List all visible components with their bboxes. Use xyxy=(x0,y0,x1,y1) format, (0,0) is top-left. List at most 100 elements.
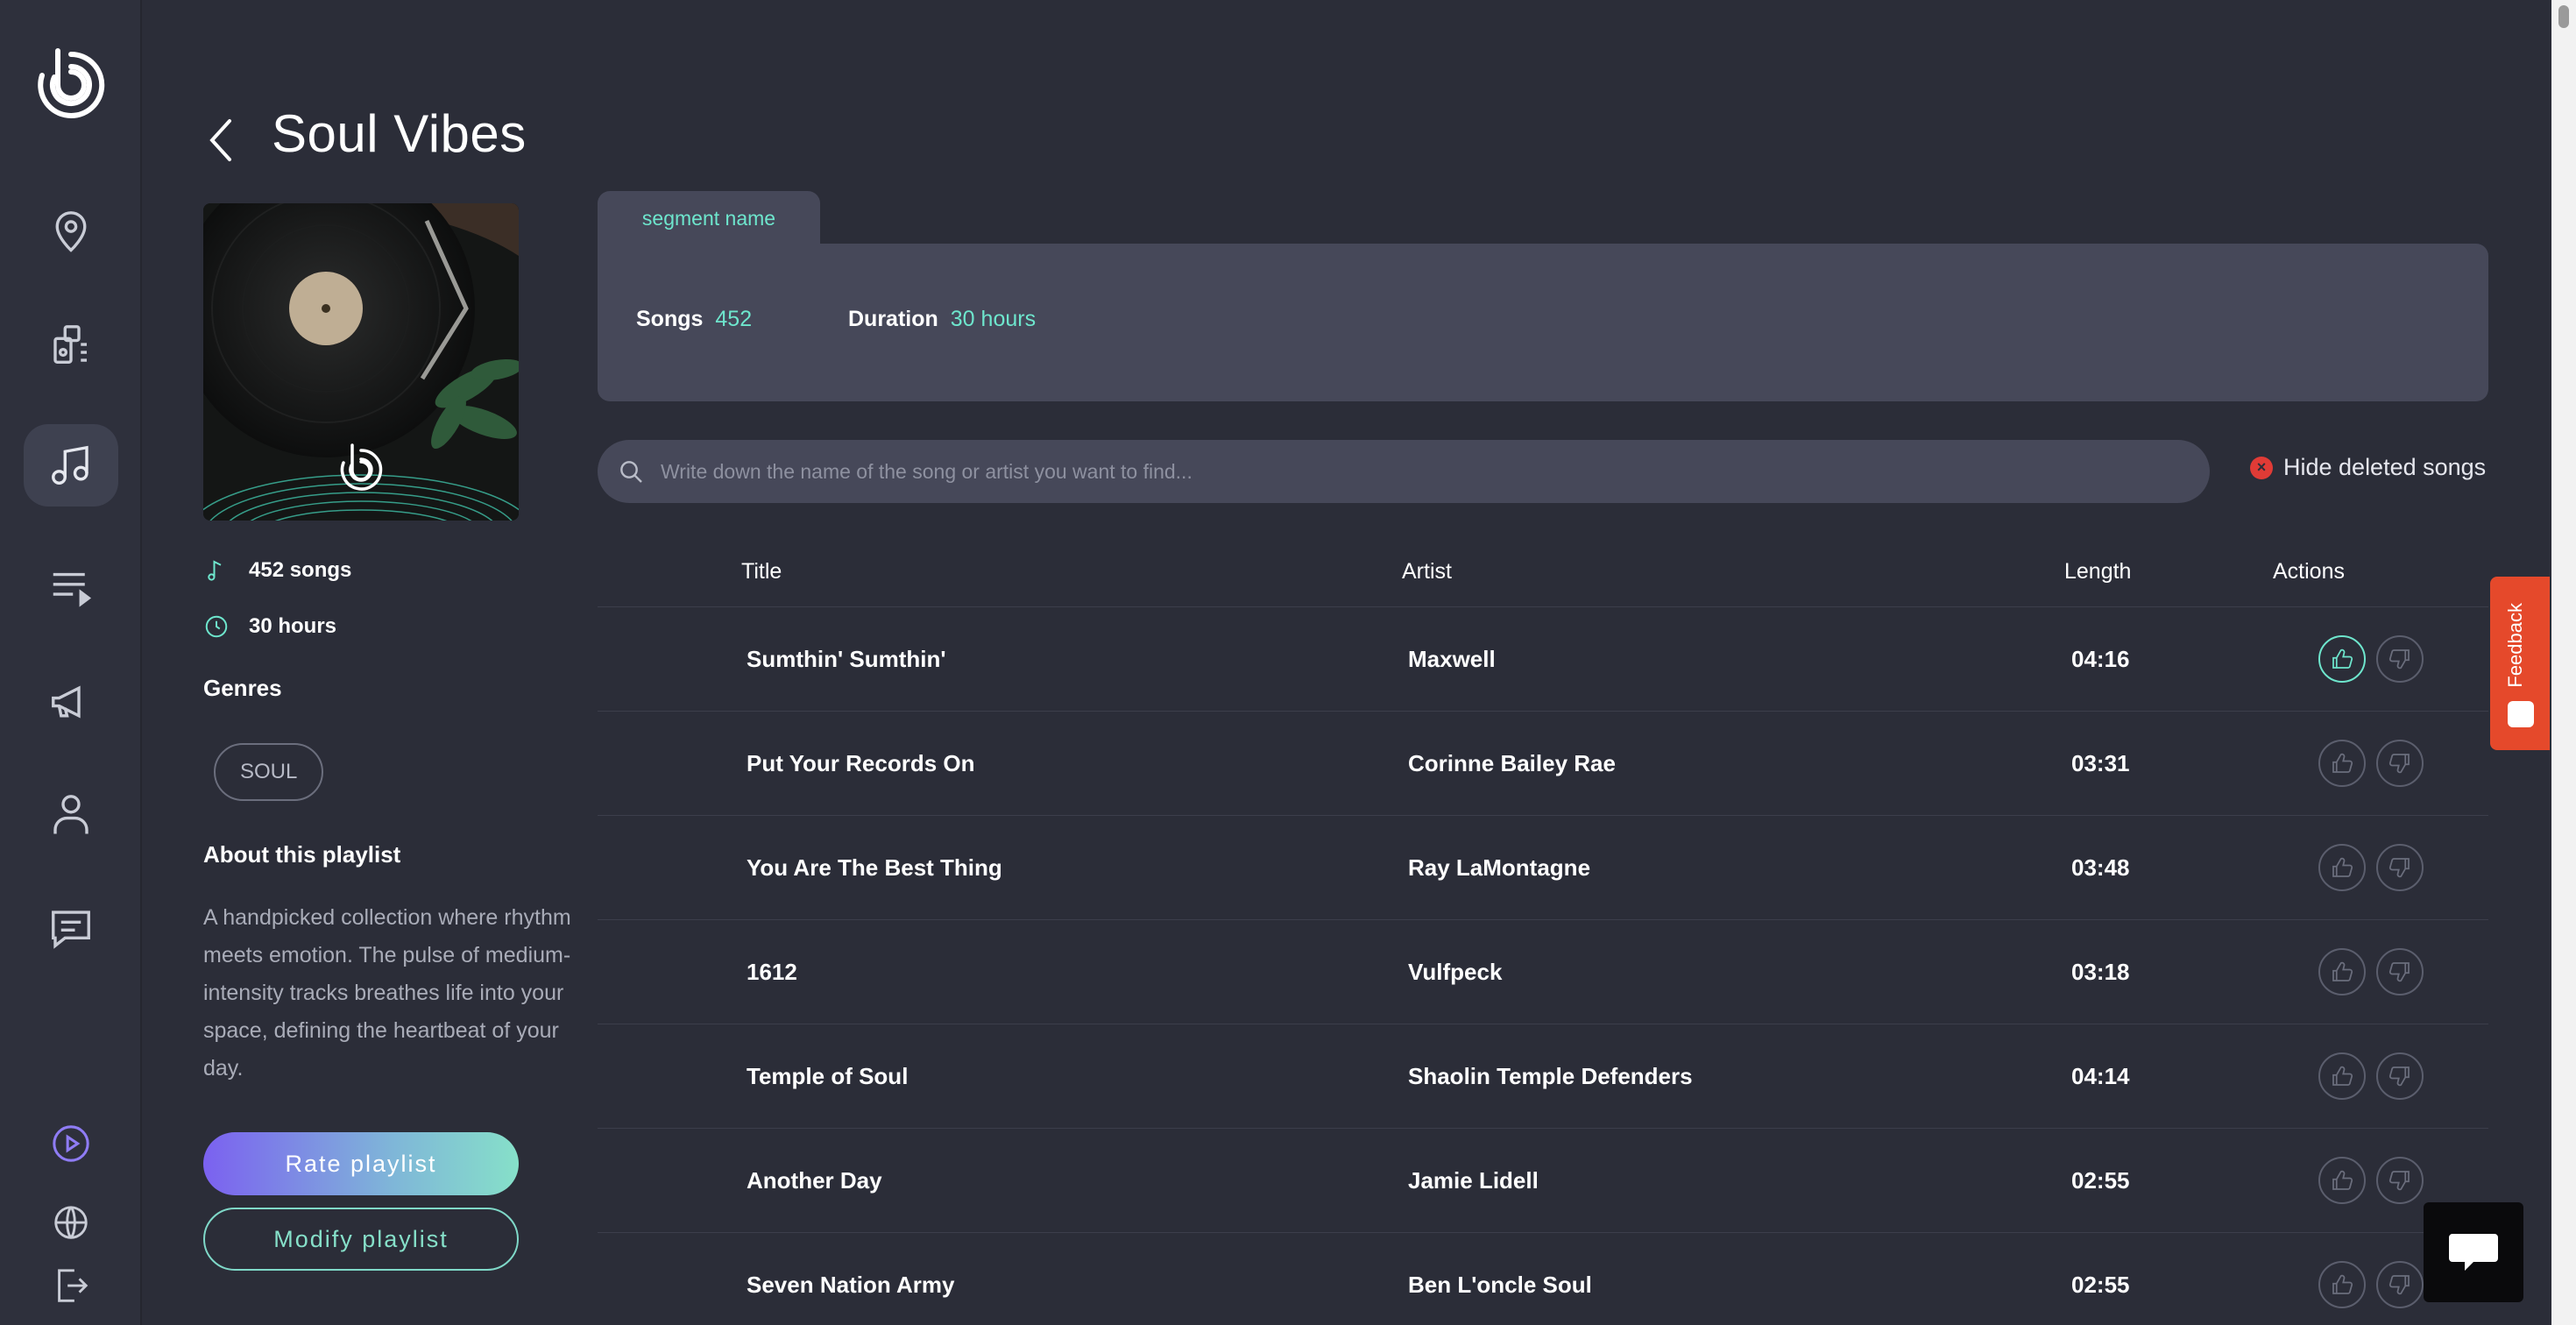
thumbs-down-icon xyxy=(2388,1171,2410,1191)
thumbs-down-icon xyxy=(2388,754,2410,774)
song-title: Sumthin' Sumthin' xyxy=(747,646,946,672)
page-title: Soul Vibes xyxy=(272,104,527,163)
logout-icon xyxy=(58,1269,88,1302)
thumbs-down-icon xyxy=(2388,962,2410,982)
globe-icon xyxy=(54,1206,88,1239)
sidebar-item-messages[interactable] xyxy=(24,887,118,969)
table-row[interactable]: Put Your Records On Corinne Bailey Rae 03:… xyxy=(598,711,2488,815)
about-heading: About this playlist xyxy=(203,841,401,868)
sidebar-item-music[interactable] xyxy=(24,424,118,507)
song-title: Seven Nation Army xyxy=(747,1272,955,1298)
genres-heading: Genres xyxy=(203,675,282,701)
table-row[interactable]: Seven Nation Army Ben L'oncle Soul 02:55 xyxy=(598,1232,2488,1325)
feedback-label: Feedback xyxy=(2504,603,2526,688)
megaphone-icon xyxy=(52,685,81,719)
chat-bubble-icon xyxy=(2449,1234,2498,1271)
sidebar-item-devices[interactable] xyxy=(24,303,118,386)
thumbs-up-icon xyxy=(2332,753,2353,773)
table-row[interactable]: Sumthin' Sumthin' Maxwell 04:16 xyxy=(598,606,2488,711)
like-button[interactable] xyxy=(2318,1261,2366,1308)
like-button[interactable] xyxy=(2318,1157,2366,1204)
thumbs-up-icon xyxy=(2332,648,2353,669)
column-header-title[interactable]: Title xyxy=(741,559,782,585)
song-artist: Shaolin Temple Defenders xyxy=(1408,1063,1693,1089)
dislike-button[interactable] xyxy=(2376,948,2424,996)
like-button[interactable] xyxy=(2318,635,2366,683)
modify-playlist-button[interactable]: Modify playlist xyxy=(203,1208,519,1271)
sidebar-item-logout[interactable] xyxy=(47,1262,95,1309)
song-title: Temple of Soul xyxy=(747,1063,909,1089)
sidebar-item-locations[interactable] xyxy=(24,189,118,272)
search-bar xyxy=(598,440,2210,503)
thumbs-down-icon xyxy=(2388,1275,2410,1295)
feedback-tab[interactable]: Feedback xyxy=(2490,577,2550,750)
duration-meta: 30 hours xyxy=(203,613,336,640)
rate-playlist-button[interactable]: Rate playlist xyxy=(203,1132,519,1195)
like-button[interactable] xyxy=(2318,948,2366,996)
message-icon xyxy=(52,910,90,949)
table-row[interactable]: Temple of Soul Shaolin Temple Defenders 04… xyxy=(598,1024,2488,1128)
sidebar-item-language[interactable] xyxy=(47,1199,95,1246)
sidebar-item-announcements[interactable] xyxy=(24,661,118,743)
page-scrollbar[interactable] xyxy=(2551,0,2576,1325)
thumbs-down-icon xyxy=(2388,649,2410,670)
music-note-icon xyxy=(208,560,222,581)
column-header-actions: Actions xyxy=(2273,559,2345,584)
song-length: 03:48 xyxy=(2071,854,2130,881)
thumbs-up-icon xyxy=(2332,1170,2353,1190)
play-circle-icon xyxy=(53,1125,89,1162)
back-chevron-icon[interactable] xyxy=(203,114,238,167)
like-button[interactable] xyxy=(2318,1052,2366,1100)
brand-logo-icon[interactable] xyxy=(32,46,110,124)
column-header-artist[interactable]: Artist xyxy=(1402,559,1452,585)
like-button[interactable] xyxy=(2318,844,2366,891)
song-length: 03:31 xyxy=(2071,750,2130,776)
song-length: 04:16 xyxy=(2071,646,2130,672)
location-pin-icon xyxy=(55,211,87,252)
like-button[interactable] xyxy=(2318,740,2366,787)
sidebar-item-queue[interactable] xyxy=(24,545,118,627)
search-input[interactable] xyxy=(661,459,2210,484)
chat-widget-button[interactable] xyxy=(2424,1202,2523,1302)
dislike-button[interactable] xyxy=(2376,1052,2424,1100)
genre-chip[interactable]: SOUL xyxy=(214,743,324,801)
hide-deleted-label: Hide deleted songs xyxy=(2283,454,2487,480)
thumbs-up-icon xyxy=(2332,1274,2353,1294)
song-length: 03:18 xyxy=(2071,959,2130,985)
duration-text: 30 hours xyxy=(249,614,337,638)
clock-icon xyxy=(205,615,228,638)
close-circle-icon: × xyxy=(2250,456,2273,479)
song-artist: Jamie Lidell xyxy=(1408,1167,1539,1194)
feedback-face-icon xyxy=(2508,701,2534,727)
sidebar-item-profile[interactable] xyxy=(24,773,118,855)
column-header-length[interactable]: Length xyxy=(2064,559,2131,585)
dislike-button[interactable] xyxy=(2376,740,2424,787)
dislike-button[interactable] xyxy=(2376,1261,2424,1308)
song-artist: Vulfpeck xyxy=(1408,959,1503,985)
table-row[interactable]: You Are The Best Thing Ray LaMontagne 03:4… xyxy=(598,815,2488,919)
music-note-icon xyxy=(52,445,88,485)
segment-tab[interactable]: segment name xyxy=(598,191,820,245)
song-title: 1612 xyxy=(747,959,797,985)
segment-songs-value: 452 xyxy=(715,307,753,331)
dislike-button[interactable] xyxy=(2376,1157,2424,1204)
song-length: 02:55 xyxy=(2071,1167,2130,1194)
song-title: Another Day xyxy=(747,1167,882,1194)
sidebar-item-player[interactable] xyxy=(47,1120,95,1167)
thumbs-up-icon xyxy=(2332,961,2353,981)
scrollbar-thumb[interactable] xyxy=(2558,5,2569,28)
user-icon xyxy=(53,795,88,834)
dislike-button[interactable] xyxy=(2376,844,2424,891)
dislike-button[interactable] xyxy=(2376,635,2424,683)
table-row[interactable]: Another Day Jamie Lidell 02:55 xyxy=(598,1128,2488,1232)
thumbs-down-icon xyxy=(2388,1066,2410,1087)
thumbs-up-icon xyxy=(2332,1066,2353,1086)
devices-icon xyxy=(53,325,87,364)
song-title: Put Your Records On xyxy=(747,750,975,776)
thumbs-down-icon xyxy=(2388,858,2410,878)
song-artist: Maxwell xyxy=(1408,646,1496,672)
sidebar xyxy=(0,0,142,1325)
hide-deleted-toggle[interactable]: × Hide deleted songs xyxy=(2250,454,2486,481)
segment-duration-stat: Duration 30 hours xyxy=(848,307,1036,332)
table-row[interactable]: 1612 Vulfpeck 03:18 xyxy=(598,919,2488,1024)
